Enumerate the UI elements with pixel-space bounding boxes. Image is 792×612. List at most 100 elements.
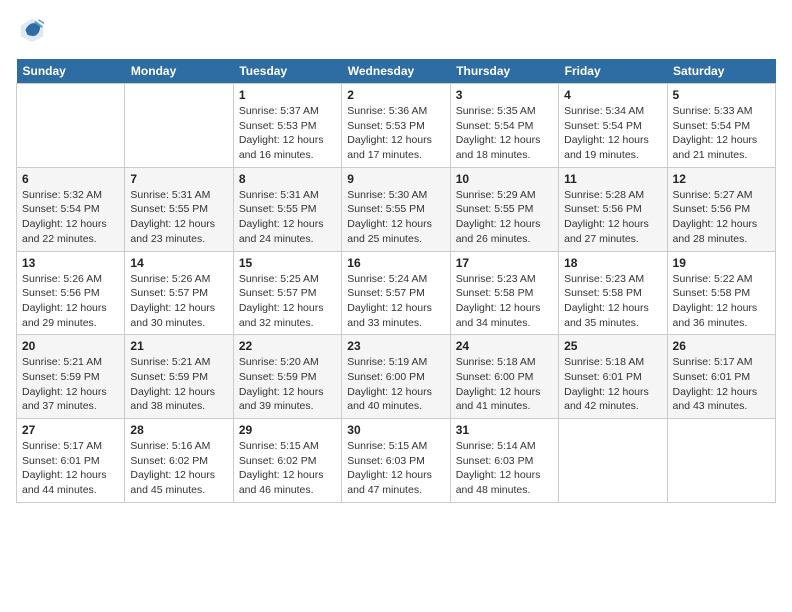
calendar-cell: 22 Sunrise: 5:20 AM Sunset: 5:59 PM Dayli… <box>233 335 341 419</box>
cell-info-text: Sunrise: 5:31 AM Sunset: 5:55 PM Dayligh… <box>239 188 336 247</box>
cell-day-number: 24 <box>456 339 553 353</box>
cell-day-number: 3 <box>456 88 553 102</box>
cell-day-number: 22 <box>239 339 336 353</box>
calendar-cell: 21Sunrise: 5:21 AM Sunset: 5:59 PM Dayli… <box>125 335 233 419</box>
calendar-cell: 1Sunrise: 5:37 AM Sunset: 5:53 PM Daylig… <box>233 84 341 168</box>
calendar-cell: 7 Sunrise: 5:31 AM Sunset: 5:55 PM Daylig… <box>125 167 233 251</box>
cell-info-text: Sunrise: 5:22 AM Sunset: 5:58 PM Dayligh… <box>673 272 770 331</box>
calendar-cell: 16Sunrise: 5:24 AM Sunset: 5:57 PM Dayli… <box>342 251 450 335</box>
calendar-cell: 26 Sunrise: 5:17 AM Sunset: 6:01 PM Dayli… <box>667 335 775 419</box>
cell-info-text: Sunrise: 5:28 AM Sunset: 5:56 PM Dayligh… <box>564 188 661 247</box>
weekday-header-thursday: Thursday <box>450 59 558 84</box>
weekday-header-friday: Friday <box>559 59 667 84</box>
calendar-cell: 23 Sunrise: 5:19 AM Sunset: 6:00 PM Dayli… <box>342 335 450 419</box>
calendar-cell: 17 Sunrise: 5:23 AM Sunset: 5:58 PM Dayli… <box>450 251 558 335</box>
logo-icon <box>18 16 46 44</box>
cell-day-number: 18 <box>564 256 661 270</box>
cell-info-text: Sunrise: 5:16 AM Sunset: 6:02 PM Dayligh… <box>130 439 227 498</box>
cell-day-number: 17 <box>456 256 553 270</box>
cell-info-text: Sunrise: 5:18 AM Sunset: 6:01 PM Dayligh… <box>564 355 661 414</box>
calendar-cell: 25 Sunrise: 5:18 AM Sunset: 6:01 PM Dayli… <box>559 335 667 419</box>
weekday-header-row: SundayMondayTuesdayWednesdayThursdayFrid… <box>17 59 776 84</box>
calendar-cell: 13 Sunrise: 5:26 AM Sunset: 5:56 PM Dayli… <box>17 251 125 335</box>
cell-day-number: 9 <box>347 172 444 186</box>
cell-day-number: 26 <box>673 339 770 353</box>
cell-info-text: Sunrise: 5:23 AM Sunset: 5:58 PM Dayligh… <box>564 272 661 331</box>
cell-info-text: Sunrise: 5:24 AM Sunset: 5:57 PM Dayligh… <box>347 272 444 331</box>
calendar-cell: 12Sunrise: 5:27 AM Sunset: 5:56 PM Dayli… <box>667 167 775 251</box>
calendar-cell: 31 Sunrise: 5:14 AM Sunset: 6:03 PM Dayli… <box>450 419 558 503</box>
week-row-3: 13 Sunrise: 5:26 AM Sunset: 5:56 PM Dayli… <box>17 251 776 335</box>
week-row-2: 6 Sunrise: 5:32 AM Sunset: 5:54 PM Daylig… <box>17 167 776 251</box>
cell-info-text: Sunrise: 5:35 AM Sunset: 5:54 PM Dayligh… <box>456 104 553 163</box>
calendar-cell: 28 Sunrise: 5:16 AM Sunset: 6:02 PM Dayli… <box>125 419 233 503</box>
cell-day-number: 10 <box>456 172 553 186</box>
cell-info-text: Sunrise: 5:26 AM Sunset: 5:57 PM Dayligh… <box>130 272 227 331</box>
calendar-cell: 30 Sunrise: 5:15 AM Sunset: 6:03 PM Dayli… <box>342 419 450 503</box>
cell-info-text: Sunrise: 5:17 AM Sunset: 6:01 PM Dayligh… <box>673 355 770 414</box>
calendar-cell: 14 Sunrise: 5:26 AM Sunset: 5:57 PM Dayli… <box>125 251 233 335</box>
calendar-cell: 3 Sunrise: 5:35 AM Sunset: 5:54 PM Daylig… <box>450 84 558 168</box>
cell-info-text: Sunrise: 5:34 AM Sunset: 5:54 PM Dayligh… <box>564 104 661 163</box>
cell-day-number: 30 <box>347 423 444 437</box>
cell-info-text: Sunrise: 5:23 AM Sunset: 5:58 PM Dayligh… <box>456 272 553 331</box>
cell-info-text: Sunrise: 5:19 AM Sunset: 6:00 PM Dayligh… <box>347 355 444 414</box>
calendar-cell: 10 Sunrise: 5:29 AM Sunset: 5:55 PM Dayli… <box>450 167 558 251</box>
calendar-cell <box>667 419 775 503</box>
cell-day-number: 4 <box>564 88 661 102</box>
cell-info-text: Sunrise: 5:26 AM Sunset: 5:56 PM Dayligh… <box>22 272 119 331</box>
calendar-cell: 2 Sunrise: 5:36 AM Sunset: 5:53 PM Daylig… <box>342 84 450 168</box>
calendar-table: SundayMondayTuesdayWednesdayThursdayFrid… <box>16 59 776 503</box>
cell-info-text: Sunrise: 5:18 AM Sunset: 6:00 PM Dayligh… <box>456 355 553 414</box>
cell-day-number: 29 <box>239 423 336 437</box>
cell-day-number: 28 <box>130 423 227 437</box>
cell-day-number: 31 <box>456 423 553 437</box>
calendar-cell: 24 Sunrise: 5:18 AM Sunset: 6:00 PM Dayli… <box>450 335 558 419</box>
calendar-cell: 4 Sunrise: 5:34 AM Sunset: 5:54 PM Daylig… <box>559 84 667 168</box>
cell-info-text: Sunrise: 5:17 AM Sunset: 6:01 PM Dayligh… <box>22 439 119 498</box>
calendar-cell: 18 Sunrise: 5:23 AM Sunset: 5:58 PM Dayli… <box>559 251 667 335</box>
cell-info-text: Sunrise: 5:25 AM Sunset: 5:57 PM Dayligh… <box>239 272 336 331</box>
cell-day-number: 25 <box>564 339 661 353</box>
cell-day-number: 7 <box>130 172 227 186</box>
weekday-header-wednesday: Wednesday <box>342 59 450 84</box>
calendar-cell: 11 Sunrise: 5:28 AM Sunset: 5:56 PM Dayli… <box>559 167 667 251</box>
cell-day-number: 13 <box>22 256 119 270</box>
cell-info-text: Sunrise: 5:14 AM Sunset: 6:03 PM Dayligh… <box>456 439 553 498</box>
cell-day-number: 23 <box>347 339 444 353</box>
cell-day-number: 6 <box>22 172 119 186</box>
cell-day-number: 8 <box>239 172 336 186</box>
calendar-cell: 29 Sunrise: 5:15 AM Sunset: 6:02 PM Dayli… <box>233 419 341 503</box>
cell-info-text: Sunrise: 5:29 AM Sunset: 5:55 PM Dayligh… <box>456 188 553 247</box>
cell-info-text: Sunrise: 5:32 AM Sunset: 5:54 PM Dayligh… <box>22 188 119 247</box>
cell-day-number: 20 <box>22 339 119 353</box>
cell-day-number: 27 <box>22 423 119 437</box>
weekday-header-saturday: Saturday <box>667 59 775 84</box>
cell-day-number: 2 <box>347 88 444 102</box>
calendar-cell <box>125 84 233 168</box>
calendar-cell: 20Sunrise: 5:21 AM Sunset: 5:59 PM Dayli… <box>17 335 125 419</box>
cell-day-number: 21 <box>130 339 227 353</box>
week-row-4: 20Sunrise: 5:21 AM Sunset: 5:59 PM Dayli… <box>17 335 776 419</box>
cell-info-text: Sunrise: 5:15 AM Sunset: 6:03 PM Dayligh… <box>347 439 444 498</box>
weekday-header-monday: Monday <box>125 59 233 84</box>
cell-day-number: 11 <box>564 172 661 186</box>
cell-info-text: Sunrise: 5:20 AM Sunset: 5:59 PM Dayligh… <box>239 355 336 414</box>
weekday-header-tuesday: Tuesday <box>233 59 341 84</box>
week-row-5: 27 Sunrise: 5:17 AM Sunset: 6:01 PM Dayli… <box>17 419 776 503</box>
calendar-cell: 8 Sunrise: 5:31 AM Sunset: 5:55 PM Daylig… <box>233 167 341 251</box>
cell-day-number: 5 <box>673 88 770 102</box>
cell-info-text: Sunrise: 5:37 AM Sunset: 5:53 PM Dayligh… <box>239 104 336 163</box>
cell-info-text: Sunrise: 5:31 AM Sunset: 5:55 PM Dayligh… <box>130 188 227 247</box>
cell-day-number: 14 <box>130 256 227 270</box>
weekday-header-sunday: Sunday <box>17 59 125 84</box>
calendar-cell <box>17 84 125 168</box>
calendar-cell: 9Sunrise: 5:30 AM Sunset: 5:55 PM Daylig… <box>342 167 450 251</box>
cell-info-text: Sunrise: 5:27 AM Sunset: 5:56 PM Dayligh… <box>673 188 770 247</box>
cell-day-number: 19 <box>673 256 770 270</box>
cell-info-text: Sunrise: 5:15 AM Sunset: 6:02 PM Dayligh… <box>239 439 336 498</box>
cell-info-text: Sunrise: 5:36 AM Sunset: 5:53 PM Dayligh… <box>347 104 444 163</box>
calendar-cell: 15Sunrise: 5:25 AM Sunset: 5:57 PM Dayli… <box>233 251 341 335</box>
logo <box>16 16 46 49</box>
calendar-cell: 27 Sunrise: 5:17 AM Sunset: 6:01 PM Dayli… <box>17 419 125 503</box>
